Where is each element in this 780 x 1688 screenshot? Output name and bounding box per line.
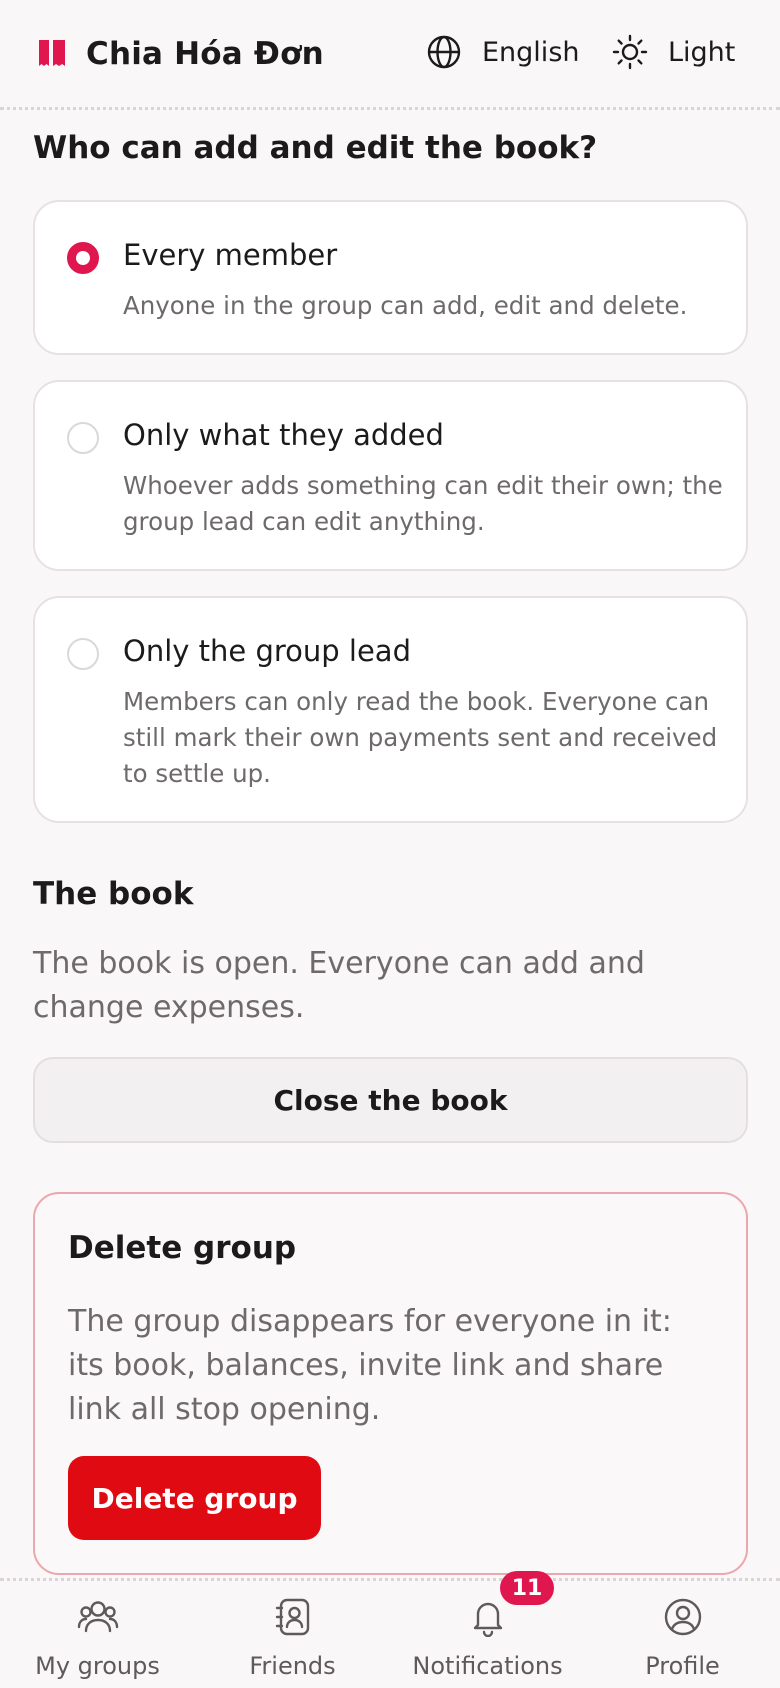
book-section-title: The book	[33, 876, 194, 912]
nav-item-notifications[interactable]: Notifications	[390, 1595, 585, 1685]
radio-unselected[interactable]	[67, 638, 99, 670]
delete-group-title: Delete group	[68, 1230, 297, 1266]
notification-count-badge: 11	[500, 1571, 554, 1605]
delete-group-button[interactable]: Delete group	[68, 1456, 321, 1540]
radio-unselected[interactable]	[67, 422, 99, 454]
theme-label: Light	[668, 36, 736, 68]
permission-option-every-member[interactable]: Every member Anyone in the group can add…	[33, 200, 748, 355]
brand[interactable]: Chia Hóa Đơn	[36, 36, 324, 72]
nav-label: Profile	[645, 1652, 720, 1680]
users-icon	[77, 1601, 118, 1633]
language-button[interactable]: English	[426, 34, 580, 70]
globe-icon	[427, 35, 461, 69]
bottom-navigation: My groups Friends Notifications Profile	[0, 1581, 780, 1688]
book-status-text: The book is open. Everyone can add and c…	[33, 946, 645, 1025]
language-label: English	[482, 36, 580, 68]
user-circle-icon	[664, 1598, 701, 1636]
header-divider	[0, 107, 780, 110]
contacts-icon	[275, 1598, 309, 1636]
app-header: Chia Hóa Đơn English Light	[0, 0, 780, 110]
option-title: Only what they added	[123, 418, 444, 452]
nav-label: My groups	[35, 1652, 160, 1680]
nav-item-my-groups[interactable]: My groups	[0, 1595, 195, 1685]
permissions-title: Who can add and edit the book?	[33, 130, 598, 166]
close-book-button[interactable]: Close the book	[33, 1057, 748, 1143]
nav-label: Notifications	[412, 1652, 563, 1680]
nav-item-friends[interactable]: Friends	[195, 1595, 390, 1685]
nav-label: Friends	[249, 1652, 336, 1680]
option-description: Anyone in the group can add, edit and de…	[123, 291, 688, 320]
radio-selected[interactable]	[67, 242, 99, 274]
delete-group-description: The group disappears for everyone in it:…	[68, 1304, 672, 1427]
app-name: Chia Hóa Đơn	[86, 36, 324, 72]
option-description: Whoever adds something can edit their ow…	[123, 471, 723, 536]
nav-item-profile[interactable]: Profile	[585, 1595, 780, 1685]
option-title: Only the group lead	[123, 634, 411, 668]
bell-icon	[473, 1602, 502, 1637]
option-title: Every member	[123, 238, 338, 272]
logo-icon	[39, 40, 65, 66]
theme-toggle-button[interactable]: Light	[612, 34, 735, 70]
option-description: Members can only read the book. Everyone…	[123, 687, 718, 788]
delete-group-card: Delete group The group disappears for ev…	[33, 1192, 748, 1575]
permission-option-own-items[interactable]: Only what they added Whoever adds someth…	[33, 380, 748, 571]
sun-icon	[612, 34, 648, 70]
permission-option-group-lead[interactable]: Only the group lead Members can only rea…	[33, 596, 748, 823]
